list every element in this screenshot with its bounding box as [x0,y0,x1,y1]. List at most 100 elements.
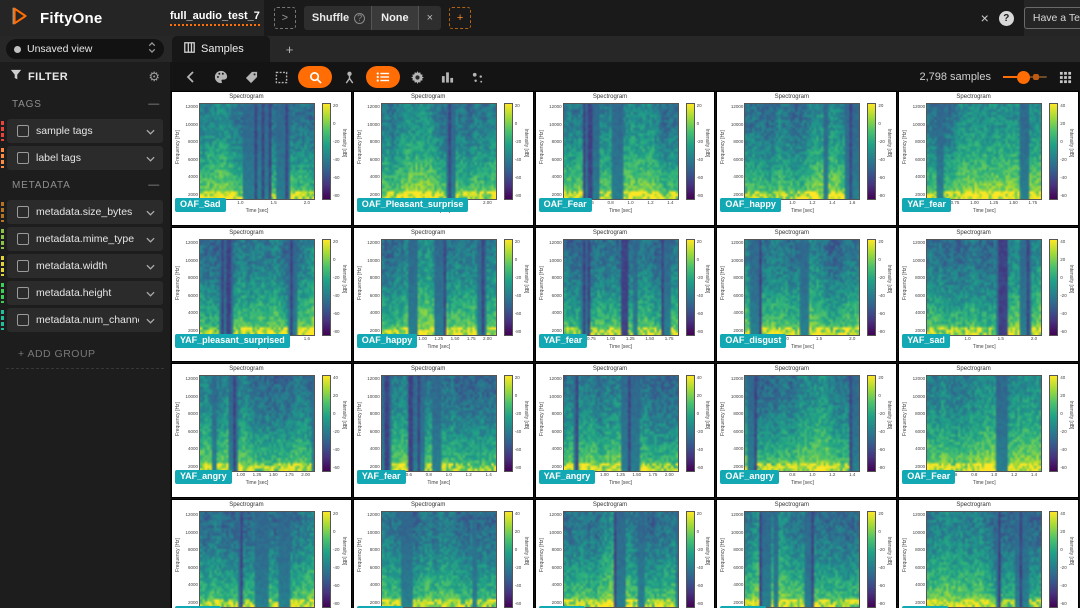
sample-card[interactable]: Spectrogram Frequency [Hz] 12000 10000 800… [171,227,352,362]
chevron-down-icon[interactable] [146,122,155,140]
field-checkbox[interactable] [17,314,29,326]
sample-card[interactable]: Spectrogram Frequency [Hz] 12000 10000 800… [171,363,352,498]
color-palette-icon[interactable] [208,66,234,88]
new-tab-button[interactable]: + [270,42,310,57]
sidebar-field-metadata-size-bytes[interactable]: metadata.size_bytes [1,200,163,224]
sample-card[interactable]: Spectrogram Frequency [Hz] 12000 10000 800… [352,499,534,608]
colorbar [867,239,877,336]
stage-info-icon[interactable]: ? [354,12,366,24]
tab-samples-label: Samples [201,43,244,55]
collapse-section-icon[interactable]: — [148,98,160,110]
spectrogram-image [199,239,315,336]
view-stage-shuffle[interactable]: Shuffle ? None × [303,6,442,30]
content: Samples + 2,798 samples Spectrogram Freq… [170,36,1080,608]
figure-yticks: 12000 10000 8000 6000 4000 2000 [549,104,562,197]
sample-card[interactable]: Spectrogram Frequency [Hz] 12000 10000 800… [898,227,1079,362]
sample-card[interactable]: Spectrogram Frequency [Hz] 12000 10000 800… [534,363,716,498]
sample-card[interactable]: Spectrogram Frequency [Hz] 12000 10000 800… [534,91,716,226]
sample-card[interactable]: Spectrogram Frequency [Hz] 12000 10000 800… [716,363,898,498]
tag-icon[interactable] [238,66,264,88]
spectrogram-image [562,511,679,608]
chevron-down-icon[interactable] [146,203,155,221]
saved-view-selector[interactable]: Unsaved view [6,39,164,59]
sidebar-field-metadata-num-channels[interactable]: metadata.num_channels [1,308,163,332]
sidebar-field-metadata-height[interactable]: metadata.height [1,281,163,305]
spectrogram-image [926,239,1043,336]
field-checkbox[interactable] [17,152,29,164]
settings-gear-icon[interactable] [404,66,430,88]
field-checkbox[interactable] [17,233,29,245]
chevron-down-icon[interactable] [146,230,155,248]
sample-card[interactable]: Spectrogram Frequency [Hz] 12000 10000 800… [352,227,534,362]
stage-value[interactable]: None [371,6,418,30]
chevron-down-icon[interactable] [146,284,155,302]
view-bar: > Shuffle ? None × + × ? [263,0,1024,36]
grid-layout-icon[interactable] [1059,71,1072,84]
samples-count: 2,798 samples [919,71,991,83]
colorbar-label: Intensity [dB] [704,536,711,566]
dataset-name[interactable]: full_audio_test_7 [170,10,260,26]
view-bar-actions: × ? [981,10,1014,26]
select-samples-icon[interactable] [268,66,294,88]
colorbar [1049,511,1059,608]
sample-card[interactable]: Spectrogram Frequency [Hz] 12000 10000 800… [716,499,898,608]
add-view-stage-button[interactable]: + [449,7,472,29]
colorbar-label: Intensity [dB] [522,128,529,158]
sidebar-settings-gear-icon[interactable]: ⚙ [148,69,160,85]
sidebar-section-metadata[interactable]: METADATA — [0,173,170,197]
classification-tag: OAF_disgust [720,334,787,348]
collapse-section-icon[interactable]: — [148,179,160,191]
chevron-down-icon[interactable] [146,311,155,329]
sample-card[interactable]: Spectrogram Frequency [Hz] 12000 10000 800… [171,91,352,226]
view-bar-help-icon[interactable]: ? [998,10,1014,26]
sample-card[interactable]: Spectrogram Frequency [Hz] 12000 10000 800… [352,91,534,226]
sample-card[interactable]: Spectrogram Frequency [Hz] 12000 10000 800… [352,363,534,498]
sidebar-section-tags[interactable]: TAGS — [0,92,170,116]
chevron-down-icon[interactable] [146,257,155,275]
sample-card[interactable]: Spectrogram Frequency [Hz] 12000 10000 800… [534,227,716,362]
embeddings-icon[interactable] [464,66,490,88]
sample-card[interactable]: Spectrogram Frequency [Hz] 12000 10000 800… [898,363,1079,498]
colorbar-ticks: 20 0 -20 -40 -60 -80 [514,103,522,199]
zoom-knob[interactable] [1017,71,1030,84]
sample-card[interactable]: Spectrogram Frequency [Hz] 12000 10000 800… [898,91,1079,226]
colorbar-ticks: 20 0 -20 -40 -60 -80 [878,239,885,335]
figure-yticks: 12000 10000 8000 6000 4000 2000 [185,512,198,605]
histograms-icon[interactable] [434,66,460,88]
colorbar-ticks: 20 0 -20 -40 -60 -80 [696,511,704,607]
sample-card[interactable]: Spectrogram Frequency [Hz] 12000 10000 800… [534,499,716,608]
back-icon[interactable] [178,66,204,88]
clear-view-button[interactable]: × [981,10,989,26]
colorbar-label: Intensity [dB] [340,400,347,430]
add-group-button[interactable]: + ADD GROUP [6,338,164,369]
filter-funnel-icon [10,68,22,86]
sample-card[interactable]: Spectrogram Frequency [Hz] 12000 10000 800… [171,499,352,608]
sidebar-field-metadata-mime-type[interactable]: metadata.mime_type [1,227,163,251]
sidebar-field-label-tags[interactable]: label tags [1,146,163,170]
tab-samples[interactable]: Samples [172,36,270,62]
field-checkbox[interactable] [17,287,29,299]
colorbar-ticks: 40 20 0 -20 -40 -60 [514,511,522,607]
figure-yticks: 12000 10000 8000 6000 4000 2000 [730,104,744,197]
sort-list-icon[interactable] [366,66,400,88]
classification-tag: YAF_angry [538,470,596,484]
sidebar-field-sample-tags[interactable]: sample tags [1,119,163,143]
field-checkbox[interactable] [17,125,29,137]
have-a-team-button[interactable]: Have a Team? [1023,7,1080,29]
stage-close-button[interactable]: × [417,6,441,30]
chevron-down-icon[interactable] [146,149,155,167]
sample-card[interactable]: Spectrogram Frequency [Hz] 12000 10000 800… [716,91,898,226]
section-title: TAGS [12,98,42,110]
field-checkbox[interactable] [17,206,29,218]
sample-card[interactable]: Spectrogram Frequency [Hz] 12000 10000 800… [898,499,1079,608]
tab-bar: Samples + [170,36,1080,62]
sidebar-field-metadata-width[interactable]: metadata.width [1,254,163,278]
field-checkbox[interactable] [17,260,29,272]
expand-view-stage-button[interactable]: > [273,7,296,29]
search-icon[interactable] [298,66,332,88]
sample-card[interactable]: Spectrogram Frequency [Hz] 12000 10000 800… [716,227,898,362]
samples-grid-icon [184,40,195,58]
grid-zoom-slider[interactable] [1003,71,1047,84]
figure-title: Spectrogram [411,502,446,508]
patches-icon[interactable] [336,66,362,88]
